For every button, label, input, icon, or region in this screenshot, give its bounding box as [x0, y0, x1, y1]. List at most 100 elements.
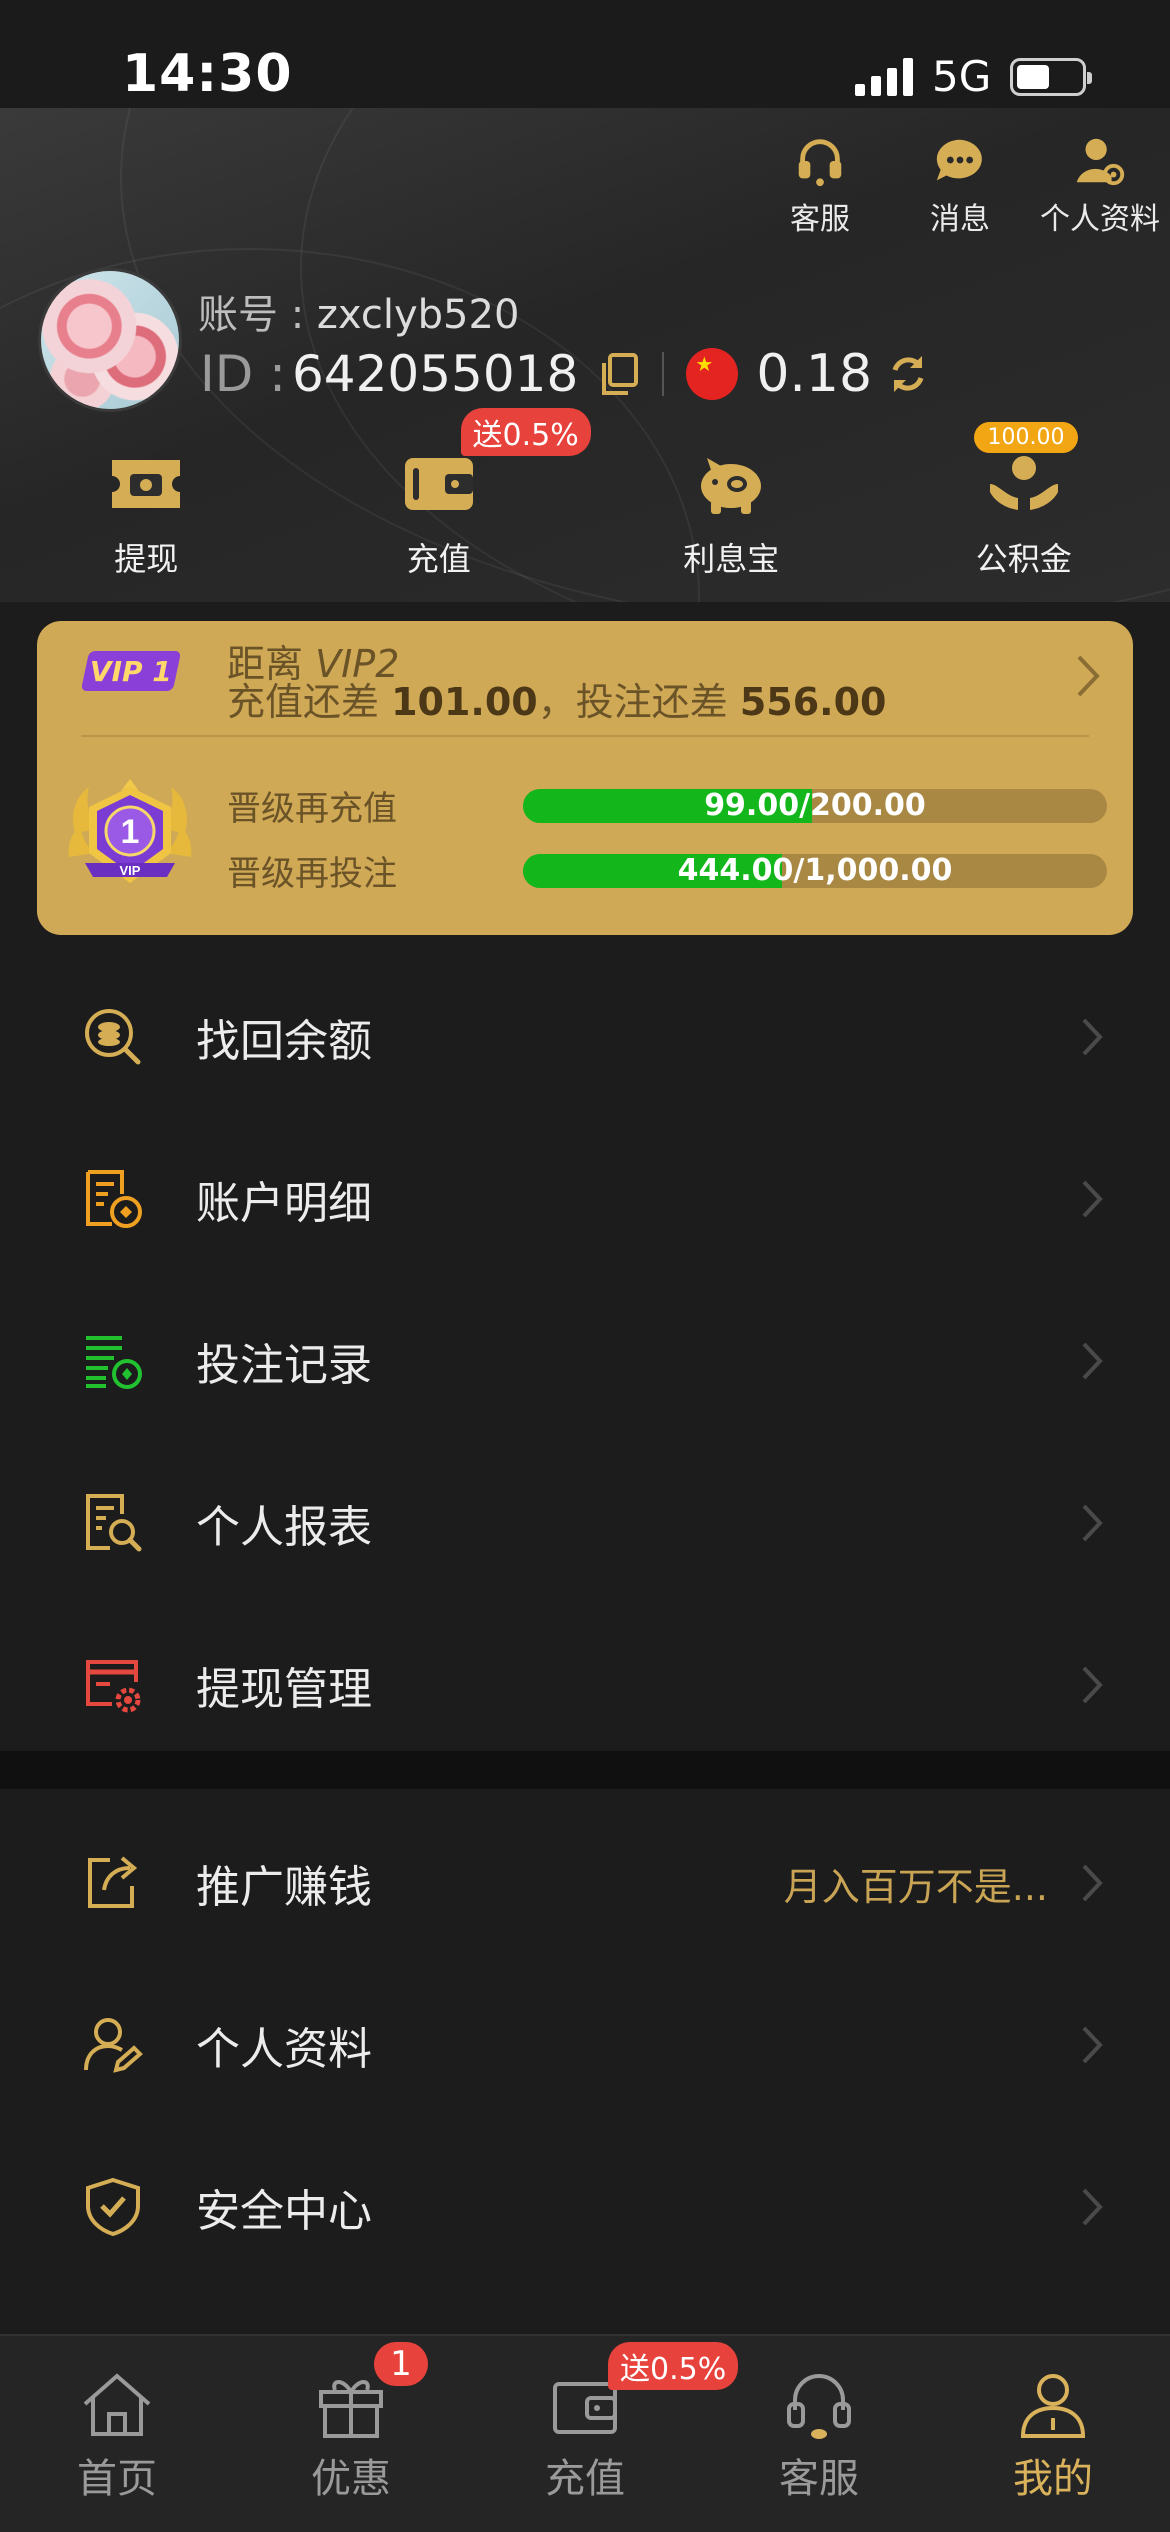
card-gear-icon: [86, 1660, 141, 1713]
quick-actions: 提现 充值 送0.5% 利息宝 公积金 100.00: [0, 408, 1170, 580]
notification-badge: 1: [374, 2342, 428, 2386]
chevron-right-icon: [1082, 1018, 1103, 1056]
menu-item-account-details[interactable]: 账户明细: [0, 1118, 1170, 1280]
vip-bet-diff-label: 投注还差: [575, 680, 740, 724]
vip-bet-diff-value: 556.00: [739, 680, 887, 724]
vip-diff-separator: ，: [537, 680, 576, 724]
chevron-right-icon: [1077, 655, 1100, 697]
menu-item-promote-earn[interactable]: 推广赚钱 月入百万不是...: [0, 1802, 1170, 1964]
vip-card[interactable]: VIP 1 距离 VIP2 充值还差 101.00，投注还差 556.00 1 …: [37, 621, 1133, 935]
chevron-right-icon: [1082, 1666, 1103, 1704]
tab-promotions[interactable]: 优惠 1: [234, 2336, 468, 2532]
menu-label: 个人报表: [196, 1502, 372, 1553]
deposit-bonus-tag: 送0.5%: [460, 408, 591, 456]
user-settings-icon: [1076, 138, 1125, 186]
profile-button[interactable]: 个人资料: [1030, 132, 1170, 238]
piggy-bank-icon: [701, 458, 762, 514]
menu-item-bet-records[interactable]: 投注记录: [0, 1280, 1170, 1442]
wallet-icon: [404, 458, 473, 510]
chevron-right-icon: [1082, 1504, 1103, 1542]
menu-label: 投注记录: [196, 1340, 372, 1391]
vip-medal-number: 1: [121, 813, 140, 851]
refresh-icon[interactable]: [886, 352, 930, 396]
menu-item-security-center[interactable]: 安全中心: [0, 2126, 1170, 2288]
tab-label: 优惠: [311, 2456, 391, 2502]
vip-deposit-diff-value: 101.00: [391, 680, 538, 724]
bet-progress-text: 444.00/1,000.00: [677, 853, 953, 888]
copy-icon[interactable]: [598, 351, 640, 397]
menu-label: 个人资料: [196, 2024, 372, 2075]
messages-label: 消息: [930, 202, 990, 237]
chevron-right-icon: [1082, 1864, 1103, 1902]
tab-home[interactable]: 首页: [0, 2336, 234, 2532]
deposit-label: 充值: [406, 540, 471, 578]
chevron-right-icon: [1082, 1342, 1103, 1380]
deposit-progress-bar: 99.00/200.00: [523, 788, 1107, 823]
profile-header: 客服 消息 个人资料 账号 : zxclyb520 ID : 642055018: [0, 108, 1170, 602]
withdraw-button[interactable]: 提现: [0, 448, 293, 580]
tab-customer-service[interactable]: 客服: [702, 2336, 936, 2532]
tab-label: 充值: [545, 2456, 625, 2502]
deposit-button[interactable]: 充值 送0.5%: [293, 408, 591, 580]
china-flag-icon: [686, 348, 739, 400]
bottom-tab-bar: 首页 优惠 1 充值 送0.5% 客服 我的: [0, 2334, 1170, 2532]
status-time: 14:30: [122, 44, 293, 104]
customer-service-label: 客服: [790, 202, 850, 237]
ticket-icon: [112, 460, 181, 508]
share-icon: [88, 1856, 138, 1908]
signal-icon: [855, 58, 915, 96]
interest-treasure-label: 利息宝: [683, 540, 780, 578]
provident-fund-label: 公积金: [975, 540, 1072, 578]
bet-progress-row: 晋级再投注 444.00/1,000.00: [227, 846, 1107, 895]
section-separator: [0, 1751, 1170, 1789]
profile-label: 个人资料: [1040, 202, 1160, 237]
menu-label: 找回余额: [196, 1016, 372, 1067]
bet-progress-label: 晋级再投注: [227, 854, 397, 894]
headset-icon: [787, 2374, 851, 2439]
deposit-progress-text: 99.00/200.00: [704, 788, 926, 823]
menu-label: 账户明细: [196, 1178, 372, 1229]
report-search-icon: [86, 1494, 142, 1552]
chat-bubble-icon: [936, 139, 982, 181]
hands-coin-icon: [989, 456, 1058, 510]
battery-icon: [1010, 58, 1092, 96]
headset-icon: [798, 139, 842, 187]
chevron-right-icon: [1082, 1180, 1103, 1218]
interest-treasure-button[interactable]: 利息宝: [585, 448, 878, 580]
customer-service-button[interactable]: 客服: [750, 132, 890, 238]
vip-deposit-diff-label: 充值还差: [227, 680, 392, 724]
menu-item-recover-balance[interactable]: 找回余额: [0, 956, 1170, 1118]
tab-mine[interactable]: 我的: [936, 2336, 1170, 2532]
gift-icon: [319, 2380, 383, 2438]
user-icon: [1020, 2374, 1086, 2438]
id-line: ID : 642055018 0.18: [200, 344, 930, 404]
bet-progress-bar: 444.00/1,000.00: [523, 853, 1107, 888]
tab-label: 客服: [779, 2456, 859, 2502]
menu-item-withdraw-management[interactable]: 提现管理: [0, 1604, 1170, 1766]
header-actions: 客服 消息 个人资料: [750, 132, 1170, 238]
avatar[interactable]: [38, 268, 182, 412]
coin-search-icon: [85, 1009, 141, 1065]
network-type: 5G: [932, 52, 992, 101]
menu-label: 提现管理: [196, 1664, 372, 1715]
tab-label: 我的: [1013, 2456, 1093, 2502]
vip-level-badge: VIP 1: [80, 651, 182, 691]
id-label: ID :: [200, 345, 286, 403]
vip-level-text: VIP 1: [90, 654, 172, 688]
divider: [81, 735, 1089, 737]
menu-label: 安全中心: [196, 2186, 372, 2237]
id-value: 642055018: [292, 345, 579, 403]
messages-button[interactable]: 消息: [890, 132, 1030, 238]
provident-fund-button[interactable]: 公积金 100.00: [878, 422, 1170, 580]
status-bar: 14:30 5G: [0, 0, 1170, 108]
promote-slogan: 月入百万不是...: [783, 1864, 1048, 1909]
menu-item-personal-info[interactable]: 个人资料: [0, 1964, 1170, 2126]
account-label: 账号 :: [198, 292, 317, 338]
vip-medal-icon: 1 VIP: [68, 779, 192, 883]
list-record-icon: [86, 1336, 142, 1389]
vip-medal-text: VIP: [120, 863, 141, 878]
menu-item-personal-report[interactable]: 个人报表: [0, 1442, 1170, 1604]
tab-deposit[interactable]: 充值 送0.5%: [468, 2336, 739, 2532]
user-edit-icon: [84, 2018, 143, 2073]
document-coin-icon: [86, 1170, 142, 1228]
